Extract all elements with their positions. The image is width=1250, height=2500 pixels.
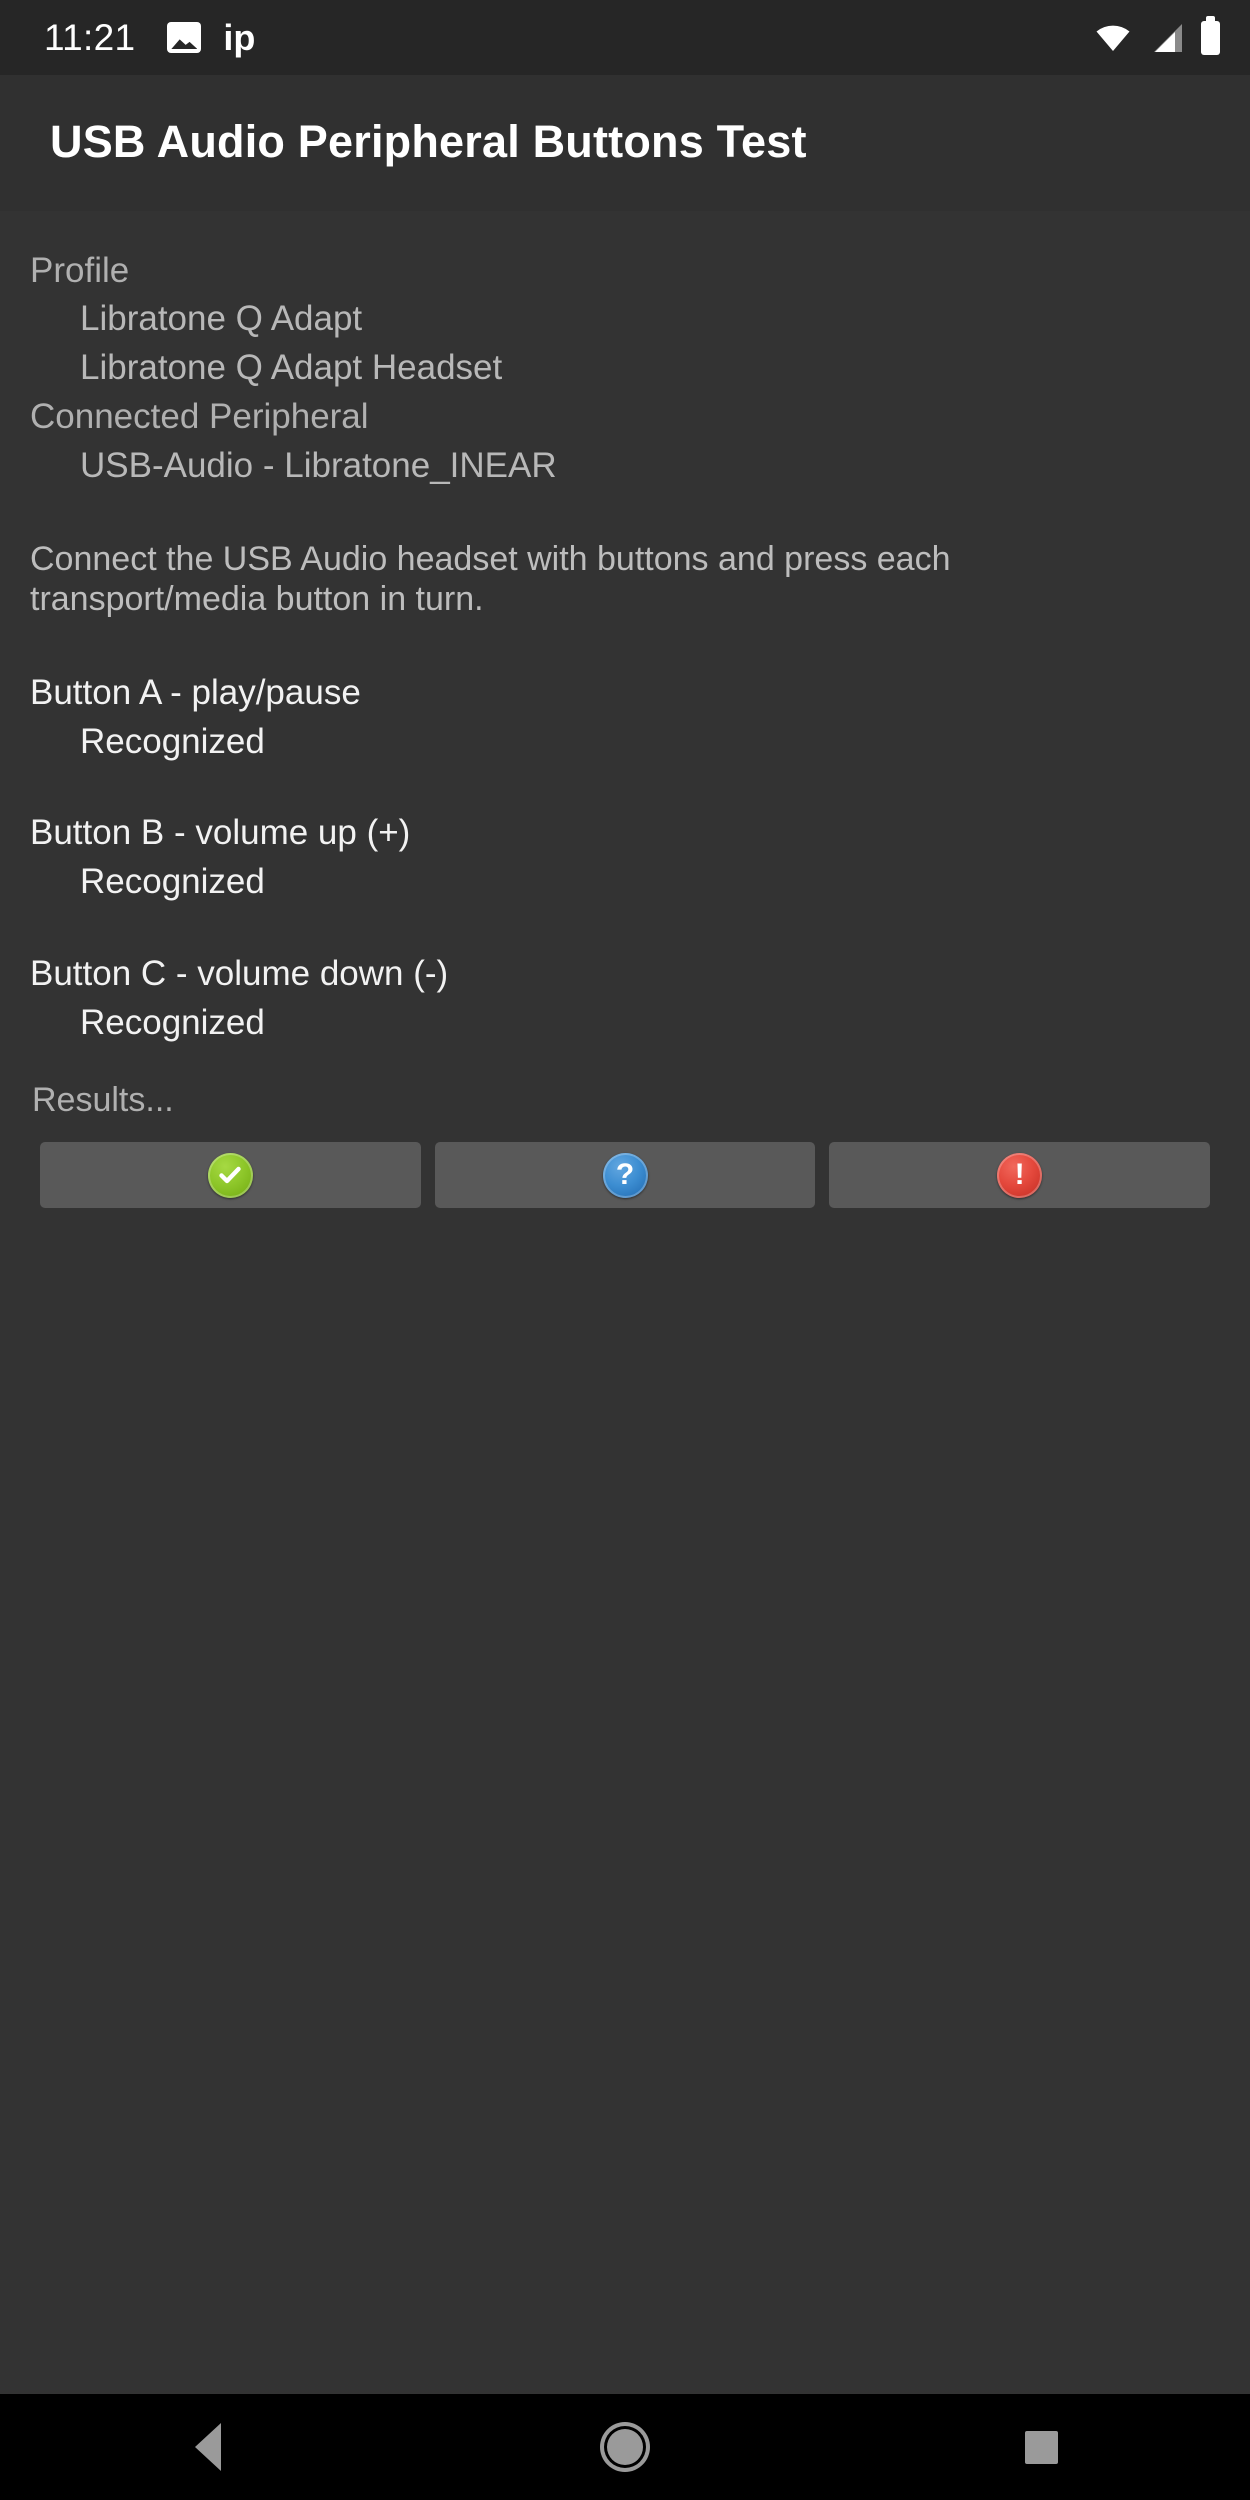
test-block-button-b: Button B - volume up (+) Recognized [30, 812, 1220, 901]
android-navigation-bar [0, 2394, 1250, 2500]
test-status-button-a: Recognized [80, 721, 265, 761]
status-bar: 11:21 ip [0, 0, 1250, 75]
app-title-bar: USB Audio Peripheral Buttons Test [0, 75, 1250, 211]
status-notification-icons: ip [167, 16, 256, 58]
home-circle-icon [603, 2426, 646, 2468]
profile-label: Profile [30, 250, 130, 290]
test-block-button-c: Button C - volume down (-) Recognized [30, 953, 1220, 1042]
pass-button[interactable] [40, 1142, 421, 1209]
fail-button[interactable]: ! [829, 1142, 1211, 1209]
question-mark-glyph: ? [615, 1158, 635, 1192]
signal-icon [1148, 23, 1184, 53]
peripheral-value: USB-Audio - Libratone_INEAR [80, 445, 557, 485]
exclamation-circle-icon: ! [997, 1152, 1043, 1198]
peripheral-label: Connected Peripheral [30, 396, 369, 436]
profile-value-1: Libratone Q Adapt [80, 299, 363, 339]
profile-section: Profile Libratone Q Adapt Libratone Q Ad… [30, 247, 1220, 393]
question-circle-icon: ? [602, 1152, 648, 1198]
photo-icon [167, 22, 202, 53]
android-screen: 11:21 ip USB Audio Peripheral Buttons Te… [0, 0, 1250, 2500]
battery-icon [1201, 15, 1220, 55]
test-block-button-a: Button A - play/pause Recognized [30, 672, 1220, 761]
instructions-text: Connect the USB Audio headset with butto… [30, 540, 951, 619]
exclamation-mark-glyph: ! [1014, 1158, 1025, 1192]
status-ip-label: ip [223, 16, 256, 58]
results-label: Results... [32, 1081, 174, 1120]
status-clock: 11:21 [44, 16, 136, 58]
nav-home-button[interactable] [550, 2394, 700, 2500]
results-button-row: ? ! [30, 1142, 1220, 1209]
status-system-icons [1095, 15, 1220, 55]
nav-recents-button[interactable] [967, 2394, 1117, 2500]
test-status-button-c: Recognized [80, 1002, 265, 1042]
main-content: Profile Libratone Q Adapt Libratone Q Ad… [0, 210, 1250, 2394]
test-title-button-b: Button B - volume up (+) [30, 813, 411, 853]
page-title: USB Audio Peripheral Buttons Test [50, 116, 807, 167]
peripheral-section: Connected Peripheral USB-Audio - Librato… [30, 393, 1220, 491]
test-title-button-c: Button C - volume down (-) [30, 953, 449, 993]
info-button[interactable]: ? [434, 1142, 816, 1209]
wifi-icon [1095, 24, 1131, 52]
test-status-button-b: Recognized [80, 862, 265, 902]
check-circle-icon [207, 1152, 253, 1198]
recents-square-icon [1025, 2430, 1059, 2464]
back-triangle-icon [195, 2423, 222, 2471]
nav-back-button[interactable] [133, 2394, 283, 2500]
test-title-button-a: Button A - play/pause [30, 672, 361, 712]
profile-value-2: Libratone Q Adapt Headset [80, 348, 503, 387]
